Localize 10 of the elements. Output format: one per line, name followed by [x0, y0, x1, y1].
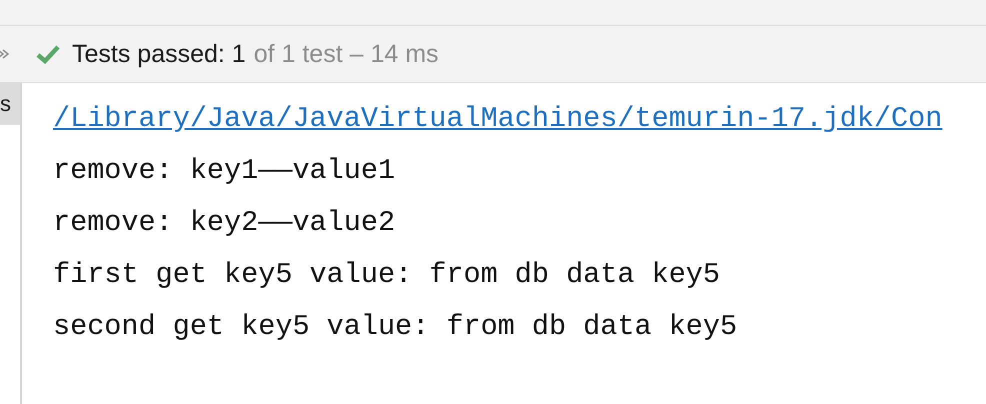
chevron-icon[interactable] [0, 48, 10, 60]
console-line: first get key5 value: from db data key5 [53, 257, 722, 293]
console-line: remove: key2——value2 [53, 205, 396, 241]
status-detail: of 1 test – 14 ms [254, 40, 439, 68]
console-line: second get key5 value: from db data key5 [53, 309, 738, 345]
path-link[interactable]: /Library/Java/JavaVirtualMachines/temurin-17.jdk/Con [53, 93, 986, 145]
console-line: remove: key1——value1 [53, 153, 396, 189]
side-tab[interactable]: s [0, 83, 20, 125]
status-summary: Tests passed: 1 [72, 40, 246, 68]
check-icon [36, 44, 60, 64]
